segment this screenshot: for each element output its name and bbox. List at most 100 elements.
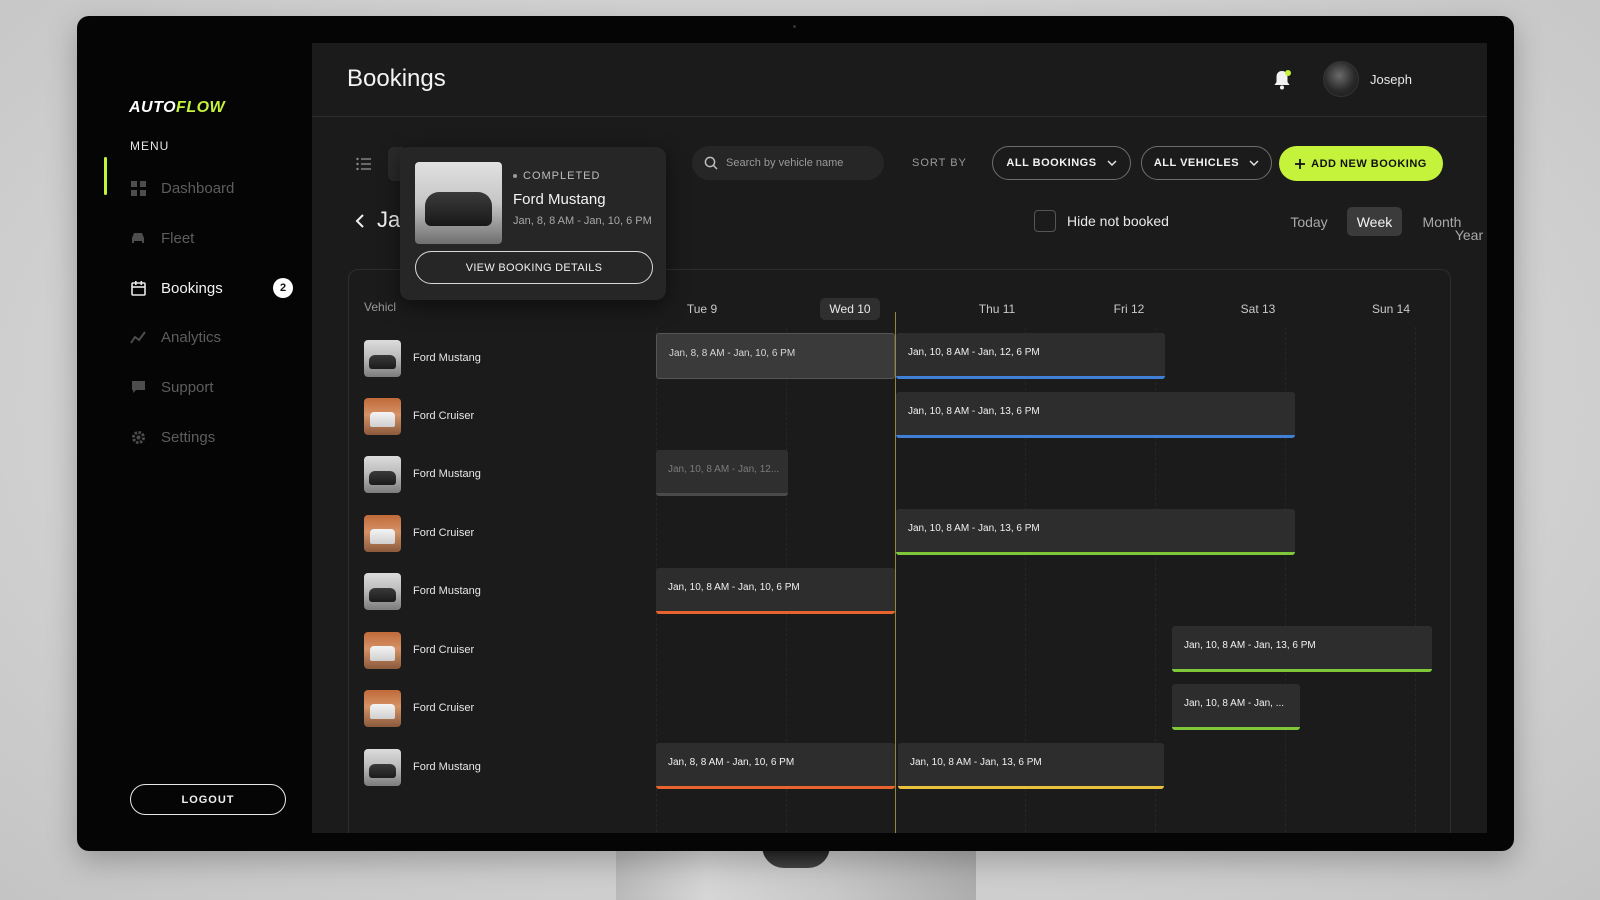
chart-icon [130,329,146,345]
sidebar-item-analytics[interactable]: Analytics [130,323,221,351]
booking-bar[interactable]: Jan, 10, 8 AM - Jan, 13, 6 PM [898,743,1164,789]
chevron-left-icon[interactable] [354,214,366,228]
sidebar-item-dashboard[interactable]: Dashboard [130,174,234,202]
app-logo[interactable]: AUTOFLOW [129,99,225,117]
vehicles-filter-dropdown[interactable]: ALL VEHICLES [1141,146,1272,180]
booking-bar[interactable]: Jan, 10, 8 AM - Jan, 13, 6 PM [1172,626,1432,672]
vehicle-thumbnail [364,631,401,669]
vehicles-filter-value: ALL VEHICLES [1153,157,1240,169]
booking-bar[interactable]: Jan, 8, 8 AM - Jan, 10, 6 PM [656,743,895,789]
sidebar-item-label: Analytics [161,328,222,346]
nav-active-indicator [104,157,107,195]
hide-not-booked-checkbox[interactable] [1034,210,1056,232]
booking-bar[interactable]: Jan, 10, 8 AM - Jan, 13, 6 PM [896,392,1295,438]
booking-bar[interactable]: Jan, 10, 8 AM - Jan, 10, 6 PM [656,568,895,614]
sidebar-item-settings[interactable]: Settings [130,423,215,451]
tab-week[interactable]: Week [1347,207,1402,236]
hide-not-booked-label[interactable]: Hide not booked [1067,213,1169,229]
vehicle-name: Ford Mustang [413,468,481,480]
monitor-frame: AUTOFLOW MENU Dashboard Fleet Bookings 2 [77,16,1514,851]
vehicle-row[interactable]: Ford Cruiser [364,688,474,728]
menu-label: MENU [130,139,170,153]
day-header-sun: Sun 14 [1371,302,1411,316]
search-icon [704,156,718,170]
vehicle-row[interactable]: Ford Mustang [364,747,481,787]
vehicle-name: Ford Mustang [413,761,481,773]
bookings-filter-dropdown[interactable]: ALL BOOKINGS [992,146,1131,180]
vehicle-row[interactable]: Ford Cruiser [364,513,474,553]
user-name[interactable]: Joseph [1370,72,1412,87]
vehicle-thumbnail [364,339,401,377]
booking-bar[interactable]: Jan, 10, 8 AM - Jan, 13, 6 PM [896,509,1295,555]
vehicle-name: Ford Cruiser [413,527,475,539]
popover-status: COMPLETED [513,170,600,182]
header-divider [312,116,1487,117]
sidebar-item-label: Support [161,378,214,396]
chat-icon [130,379,146,395]
bookings-filter-value: ALL BOOKINGS [1006,157,1097,169]
vehicle-row[interactable]: Ford Cruiser [364,630,474,670]
booking-bar[interactable]: Jan, 10, 8 AM - Jan, ... [1172,684,1300,730]
booking-bar[interactable]: Jan, 10, 8 AM - Jan, 12... [656,450,788,496]
sidebar-item-support[interactable]: Support [130,373,214,401]
vehicle-row[interactable]: Ford Mustang [364,338,481,378]
page-title: Bookings [347,65,446,92]
sort-by-label: SORT BY [912,157,967,169]
sidebar-item-label: Bookings [161,279,223,297]
gear-icon [130,429,146,445]
day-header-wed: Wed 10 [820,298,880,320]
chevron-down-icon [1107,160,1117,166]
vehicle-name: Ford Cruiser [413,702,475,714]
popover-date-range: Jan, 8, 8 AM - Jan, 10, 6 PM [513,215,652,227]
add-new-booking-label: ADD NEW BOOKING [1311,157,1427,170]
vehicle-name: Ford Cruiser [413,410,475,422]
current-time-line [895,312,896,833]
popover-vehicle-thumbnail [415,162,502,244]
booking-popover: COMPLETED Ford Mustang Jan, 8, 8 AM - Ja… [400,147,666,300]
chevron-down-icon [1249,160,1259,166]
bookings-count-badge: 2 [273,278,293,298]
sidebar-item-label: Dashboard [161,179,235,197]
add-new-booking-button[interactable]: ADD NEW BOOKING [1279,146,1443,181]
car-icon [130,230,146,246]
plus-icon [1295,158,1306,169]
search-input[interactable] [726,157,876,169]
vehicles-column-header: Vehicl [364,300,397,314]
booking-bar[interactable]: Jan, 10, 8 AM - Jan, 12, 6 PM [896,333,1165,379]
sidebar-item-bookings[interactable]: Bookings [130,274,223,302]
vehicle-name: Ford Cruiser [413,644,475,656]
day-header-thu: Thu 11 [978,302,1016,316]
logout-button[interactable]: LOGOUT [130,784,286,815]
notification-bell-icon[interactable] [1272,69,1292,91]
grid-icon [130,180,146,196]
logo-accent-text: FLOW [176,99,226,116]
day-header-fri: Fri 12 [1113,302,1145,316]
sidebar-item-fleet[interactable]: Fleet [130,224,194,252]
view-booking-details-button[interactable]: VIEW BOOKING DETAILS [415,251,653,284]
vehicle-row[interactable]: Ford Mustang [364,454,481,494]
popover-title: Ford Mustang [513,191,606,208]
sidebar: AUTOFLOW MENU Dashboard Fleet Bookings 2 [77,43,312,833]
vehicle-row[interactable]: Ford Mustang [364,571,481,611]
tab-year[interactable]: Year [1449,220,1489,249]
calendar-icon [130,280,146,296]
sidebar-item-label: Settings [161,428,216,446]
search-box[interactable] [692,146,884,180]
day-header-tue: Tue 9 [686,302,718,316]
sidebar-item-label: Fleet [161,229,195,247]
popover-status-text: COMPLETED [523,170,601,182]
month-title: Ja [377,207,401,232]
vehicle-thumbnail [364,572,401,610]
vehicle-thumbnail [364,514,401,552]
vehicle-thumbnail [364,748,401,786]
list-view-icon[interactable] [356,157,372,171]
user-avatar[interactable] [1323,61,1359,97]
vehicle-thumbnail [364,689,401,727]
camera [793,25,796,28]
vehicle-name: Ford Mustang [413,352,481,364]
logo-text: AUTO [129,99,177,116]
tab-today[interactable]: Today [1280,207,1338,236]
vehicle-thumbnail [364,455,401,493]
vehicle-row[interactable]: Ford Cruiser [364,396,474,436]
booking-bar[interactable]: Jan, 8, 8 AM - Jan, 10, 6 PM [656,333,895,379]
